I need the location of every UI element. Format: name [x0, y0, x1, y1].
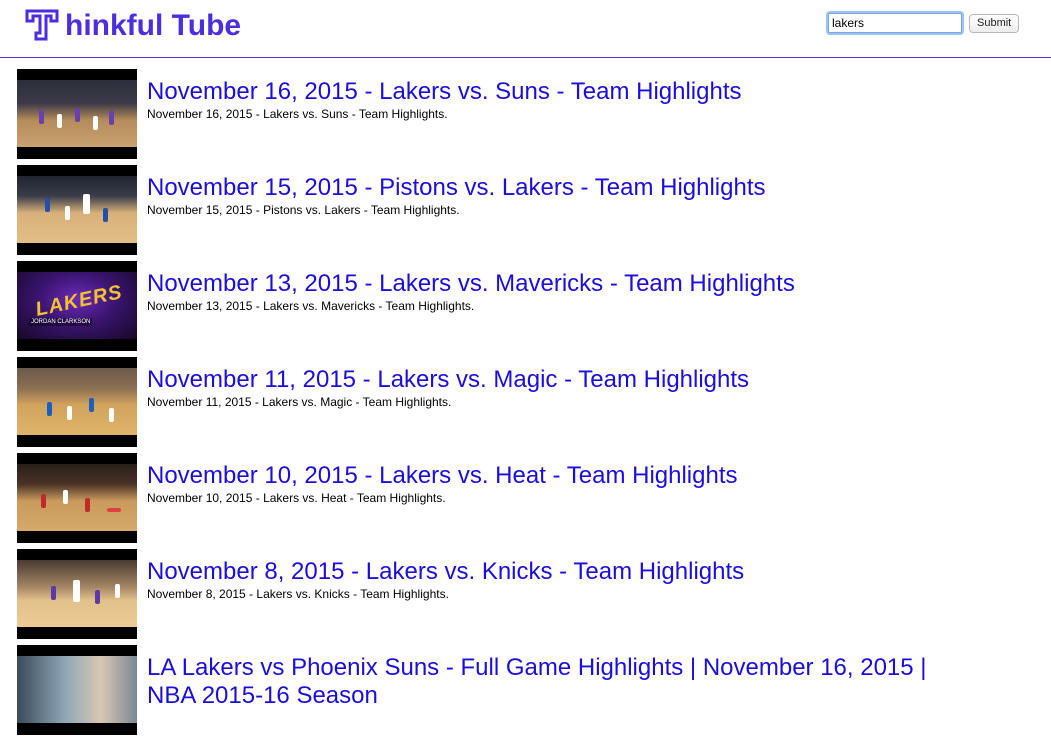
result-item: November 8, 2015 - Lakers vs. Knicks - T…	[17, 549, 1051, 645]
result-item: November 16, 2015 - Lakers vs. Suns - Te…	[17, 69, 1051, 165]
result-description: November 15, 2015 - Pistons vs. Lakers -…	[147, 203, 460, 217]
thumbnail-image	[17, 176, 137, 243]
search-results-list: November 16, 2015 - Lakers vs. Suns - Te…	[17, 69, 1051, 741]
thumbnail-image	[17, 368, 137, 435]
video-thumbnail[interactable]	[17, 357, 137, 447]
result-title-link[interactable]: November 11, 2015 - Lakers vs. Magic - T…	[147, 366, 749, 394]
result-title-link[interactable]: November 16, 2015 - Lakers vs. Suns - Te…	[147, 78, 742, 106]
result-item: November 15, 2015 - Pistons vs. Lakers -…	[17, 165, 1051, 261]
brand-logo[interactable]: hinkful Tube	[24, 5, 241, 45]
submit-button[interactable]: Submit	[969, 13, 1020, 33]
result-title-link[interactable]: LA Lakers vs Phoenix Suns - Full Game Hi…	[147, 654, 947, 710]
result-item: November 11, 2015 - Lakers vs. Magic - T…	[17, 357, 1051, 453]
search-form: Submit	[828, 13, 1020, 33]
result-title-link[interactable]: November 15, 2015 - Pistons vs. Lakers -…	[147, 174, 766, 202]
result-title-link[interactable]: November 13, 2015 - Lakers vs. Mavericks…	[147, 270, 795, 298]
thinkful-t-logo-icon	[25, 9, 59, 41]
video-thumbnail[interactable]	[17, 69, 137, 159]
result-title-link[interactable]: November 10, 2015 - Lakers vs. Heat - Te…	[147, 462, 738, 490]
video-thumbnail[interactable]	[17, 165, 137, 255]
search-input[interactable]	[828, 13, 962, 33]
result-description: November 13, 2015 - Lakers vs. Mavericks…	[147, 299, 475, 313]
result-description: November 10, 2015 - Lakers vs. Heat - Te…	[147, 491, 446, 505]
thumbnail-image: LAKERS JORDAN CLARKSON	[17, 272, 137, 339]
result-description: November 16, 2015 - Lakers vs. Suns - Te…	[147, 107, 448, 121]
app-header: hinkful Tube Submit	[0, 0, 1051, 58]
video-thumbnail[interactable]	[17, 453, 137, 543]
result-title-link[interactable]: November 8, 2015 - Lakers vs. Knicks - T…	[147, 558, 744, 586]
thumbnail-image	[17, 560, 137, 627]
result-item: November 10, 2015 - Lakers vs. Heat - Te…	[17, 453, 1051, 549]
result-description: November 8, 2015 - Lakers vs. Knicks - T…	[147, 587, 449, 601]
thumbnail-image	[17, 464, 137, 531]
result-description: November 11, 2015 - Lakers vs. Magic - T…	[147, 395, 452, 409]
result-item: LAKERS JORDAN CLARKSON November 13, 2015…	[17, 261, 1051, 357]
thumbnail-image	[17, 80, 137, 147]
thumbnail-image	[17, 656, 137, 723]
video-thumbnail[interactable]: LAKERS JORDAN CLARKSON	[17, 261, 137, 351]
thumbnail-lakers-text: LAKERS	[33, 281, 125, 321]
thumbnail-player-caption: JORDAN CLARKSON	[29, 318, 93, 326]
video-thumbnail[interactable]	[17, 549, 137, 639]
result-item: LA Lakers vs Phoenix Suns - Full Game Hi…	[17, 645, 1051, 741]
brand-name: hinkful Tube	[65, 9, 242, 42]
video-thumbnail[interactable]	[17, 645, 137, 735]
